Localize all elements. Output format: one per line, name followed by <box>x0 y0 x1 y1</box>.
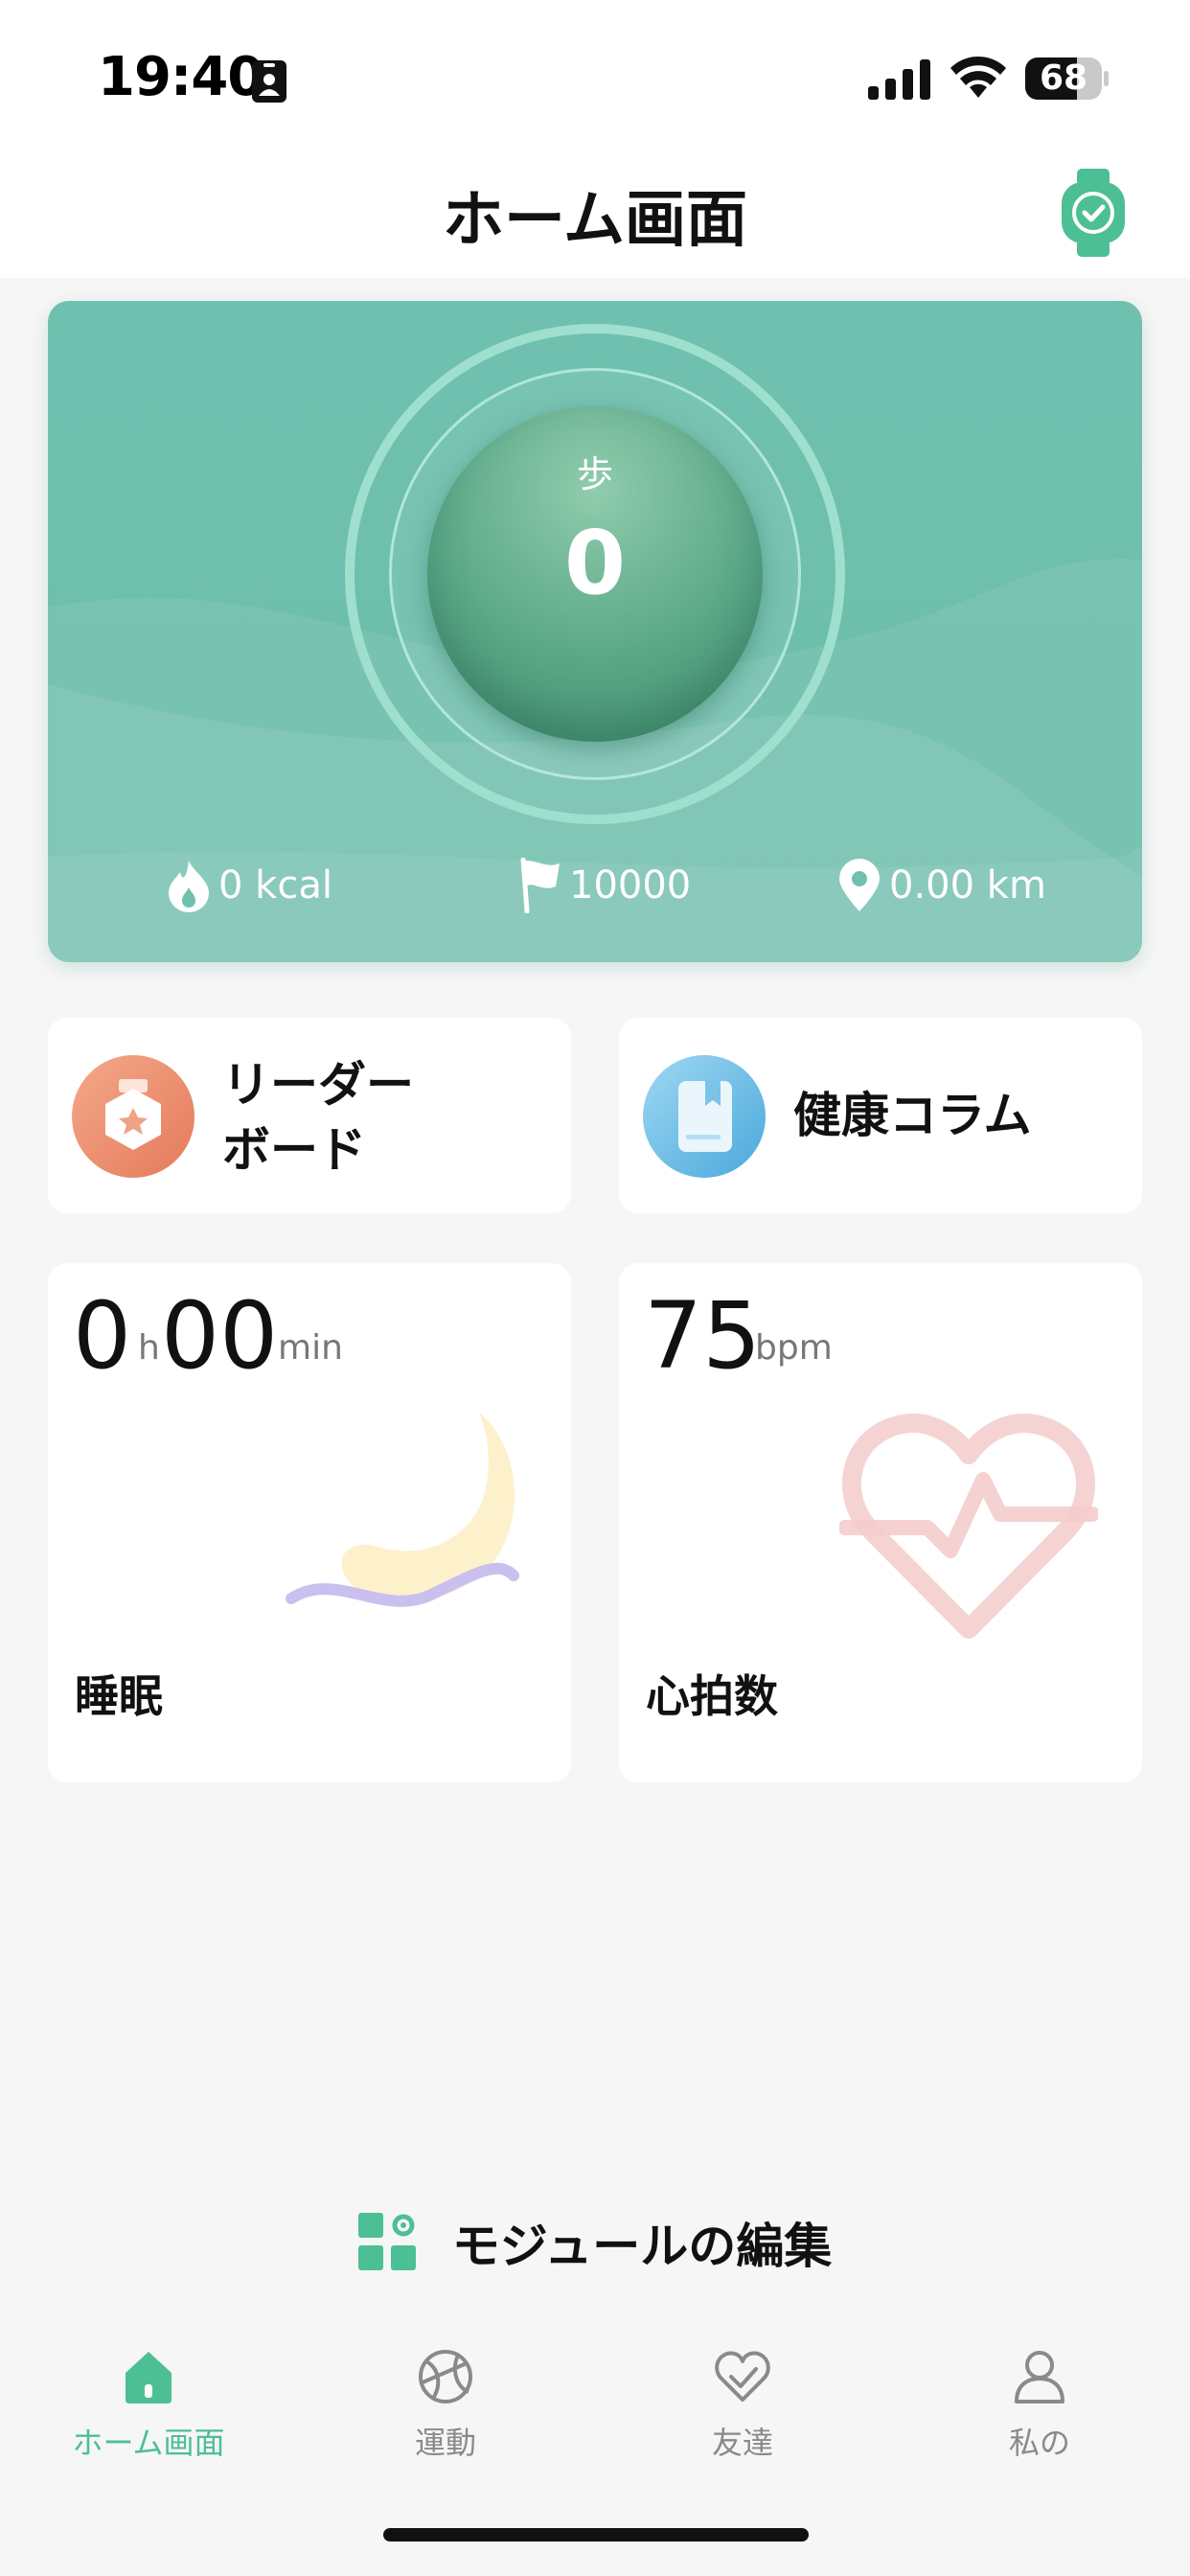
tab-home[interactable]: ホーム画面 <box>0 2348 297 2492</box>
distance-value: 0.00 km <box>889 863 1046 908</box>
health-column-tile[interactable]: 健康コラム <box>619 1018 1142 1213</box>
heart-rate-tile[interactable]: 75 bpm 心拍数 <box>619 1263 1142 1782</box>
steps-value: 0 <box>563 512 626 614</box>
steps-card[interactable]: 歩 0 0 kcal 10000 0.00 km <box>48 301 1142 962</box>
battery-indicator: 68 <box>1025 58 1109 100</box>
sleep-minutes-unit: min <box>278 1328 343 1368</box>
leaderboard-tile[interactable]: リーダー ボード <box>48 1018 571 1213</box>
person-icon <box>1015 2351 1064 2404</box>
sleep-hours: 0 <box>73 1282 132 1390</box>
calories-stat: 0 kcal <box>165 857 332 914</box>
contact-card-icon <box>252 60 286 103</box>
goal-stat: 10000 <box>517 857 691 914</box>
sleep-hours-unit: h <box>138 1328 160 1368</box>
page-title: ホーム画面 <box>442 185 748 256</box>
tab-friends-label: 友達 <box>711 2425 773 2461</box>
cellular-signal-icon <box>868 59 930 100</box>
tab-profile-label: 私の <box>1008 2425 1070 2461</box>
tab-profile[interactable]: 私の <box>891 2348 1188 2492</box>
leaderboard-label: リーダー ボード <box>222 1057 414 1178</box>
basketball-icon <box>419 2350 472 2404</box>
status-time: 19:40 <box>98 46 264 108</box>
heart-rate-value: 75 <box>644 1282 762 1390</box>
goal-value: 10000 <box>569 863 692 908</box>
book-icon <box>643 1055 766 1178</box>
flame-icon <box>169 861 209 912</box>
module-grid-icon <box>357 2213 416 2270</box>
heart-pulse-icon <box>839 1414 1098 1639</box>
sleep-minutes: 00 <box>161 1282 279 1390</box>
heart-rate-label: 心拍数 <box>646 1670 778 1722</box>
sleep-label: 睡眠 <box>75 1670 163 1722</box>
smartwatch-icon[interactable] <box>1058 169 1129 257</box>
sleep-tile[interactable]: 0 h 00 min 睡眠 <box>48 1263 571 1782</box>
health-column-label: 健康コラム <box>793 1088 1032 1143</box>
steps-label: 歩 <box>576 453 613 495</box>
tab-exercise[interactable]: 運動 <box>297 2348 594 2492</box>
heart-rate-unit: bpm <box>755 1328 833 1368</box>
medal-icon <box>72 1055 195 1178</box>
tab-friends[interactable]: 友達 <box>594 2348 891 2492</box>
tab-home-label: ホーム画面 <box>72 2425 225 2461</box>
tab-exercise-label: 運動 <box>414 2425 476 2461</box>
home-icon <box>126 2352 172 2404</box>
flag-icon <box>520 858 560 913</box>
edit-modules-label: モジュールの編集 <box>451 2219 833 2274</box>
home-indicator <box>383 2528 809 2542</box>
location-pin-icon <box>839 859 880 911</box>
wifi-icon <box>950 56 1006 98</box>
moon-icon <box>286 1413 519 1607</box>
header: ホーム画面 <box>0 144 1190 278</box>
heart-icon <box>715 2351 770 2402</box>
battery-percent: 68 <box>1039 58 1088 98</box>
edit-modules-button[interactable]: モジュールの編集 <box>0 2204 1190 2281</box>
distance-stat: 0.00 km <box>835 857 1046 914</box>
calories-value: 0 kcal <box>218 863 332 908</box>
status-bar: 19:40 68 <box>0 0 1190 144</box>
